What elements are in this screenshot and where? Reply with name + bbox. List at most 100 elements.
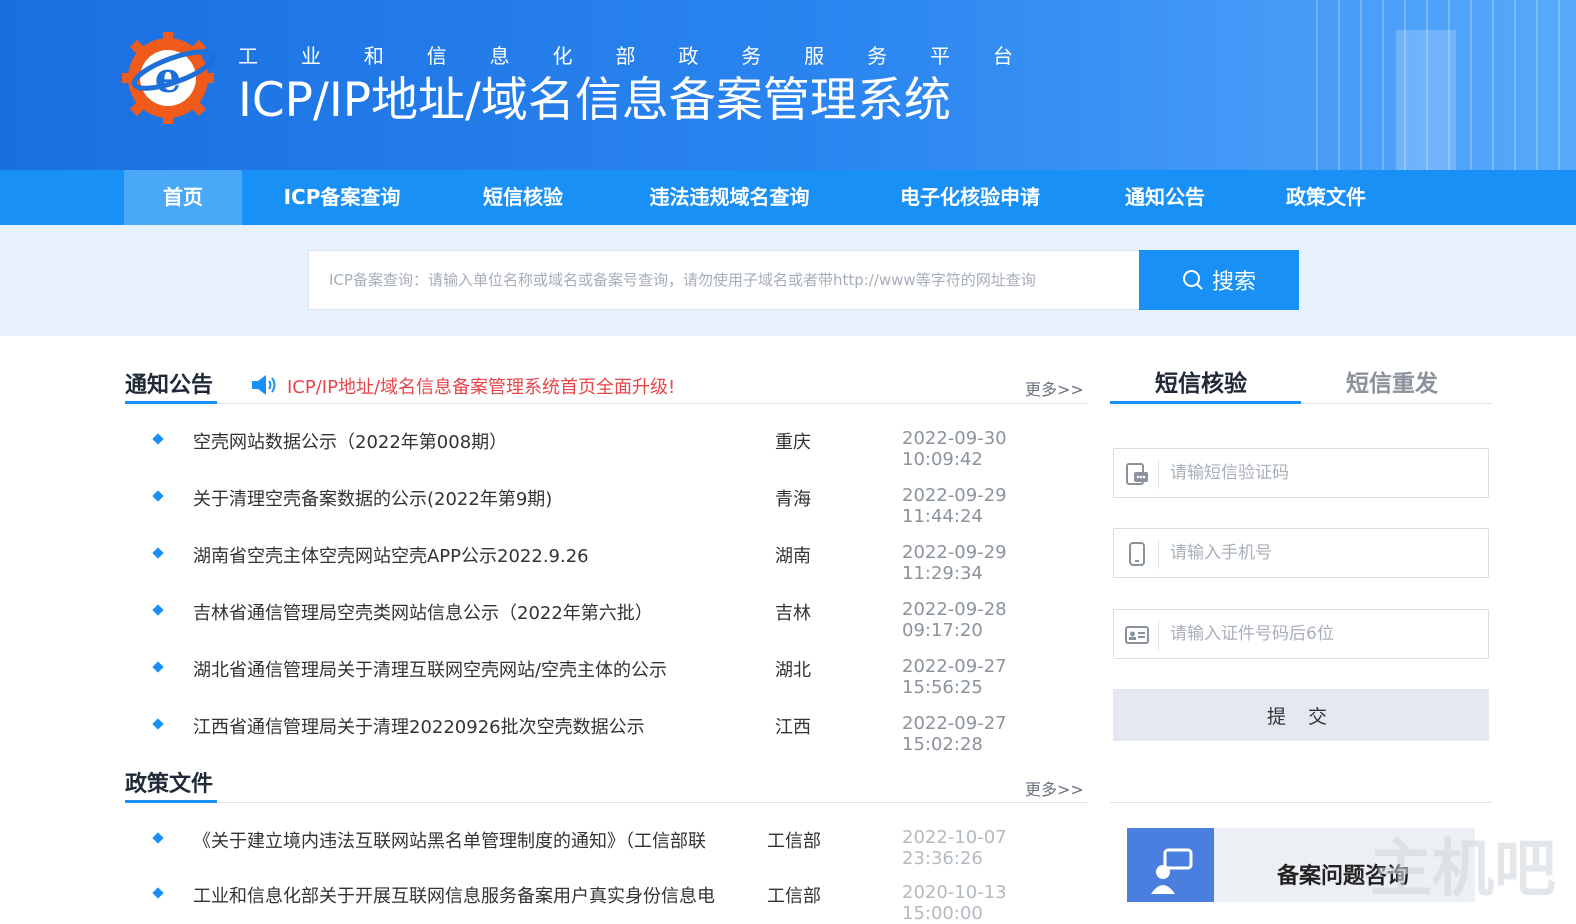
id-suffix-input[interactable] (1170, 618, 1470, 650)
subtitle-char: 台 (992, 44, 1013, 68)
notice-region: 青海 (775, 489, 811, 510)
notice-region: 重庆 (775, 432, 811, 453)
nav-item-e-verify-apply[interactable]: 电子化核验申请 (875, 170, 1065, 225)
main-nav: 首页 ICP备案查询 短信核验 违法违规域名查询 电子化核验申请 通知公告 政策… (0, 170, 1576, 225)
phone-input[interactable] (1170, 537, 1470, 569)
notice-region: 湖南 (775, 546, 811, 567)
subtitle-char: 部 (615, 44, 636, 68)
notices-title: 通知公告 (125, 373, 214, 398)
notice-title[interactable]: 吉林省通信管理局空壳类网站信息公示（2022年第六批） (193, 599, 653, 625)
icp-search-input[interactable] (308, 250, 1140, 310)
nav-item-sms-verify[interactable]: 短信核验 (462, 170, 584, 225)
tower-decoration (1396, 30, 1456, 170)
notice-row[interactable]: 空壳网站数据公示（2022年第008期） 重庆 2022-09-30 10:09… (125, 420, 1085, 470)
page-title: ICP/IP地址/域名信息备案管理系统 (238, 73, 951, 128)
notices-more-link[interactable]: 更多>> (1025, 376, 1084, 400)
bullet-icon (152, 832, 164, 844)
policy-issuer: 工信部 (767, 886, 821, 907)
phone-icon (1129, 542, 1145, 566)
field-separator (1158, 459, 1159, 489)
subtitle-char: 化 (552, 44, 573, 68)
notice-row[interactable]: 关于清理空壳备案数据的公示(2022年第9期) 青海 2022-09-29 11… (125, 477, 1085, 527)
sms-icon (1126, 463, 1148, 485)
subtitle-char: 务 (867, 44, 888, 68)
id-card-icon (1125, 626, 1149, 644)
bullet-icon (152, 718, 164, 730)
bullet-icon (152, 887, 164, 899)
subtitle-char: 服 (804, 44, 825, 68)
bullet-icon (152, 661, 164, 673)
subtitle-char: 平 (929, 44, 950, 68)
policies-title: 政策文件 (125, 772, 214, 797)
policy-row[interactable]: 《关于建立境内违法互联网站黑名单管理制度的通知》（工信部联 工信部 2022-1… (125, 819, 1085, 869)
subtitle-char: 和 (363, 44, 384, 68)
notice-date: 2022-09-27 15:56:25 (902, 656, 1007, 698)
speaker-icon (252, 375, 276, 395)
policy-issuer: 工信部 (767, 831, 821, 852)
notice-date: 2022-09-28 09:17:20 (902, 599, 1007, 641)
bullet-icon (152, 490, 164, 502)
notice-row[interactable]: 江西省通信管理局关于清理20220926批次空壳数据公示 江西 2022-09-… (125, 705, 1085, 755)
sms-code-field (1113, 448, 1489, 498)
policy-title[interactable]: 《关于建立境内违法互联网站黑名单管理制度的通知》（工信部联 (193, 827, 706, 853)
notice-date: 2022-09-29 11:29:34 (902, 542, 1007, 584)
notice-title[interactable]: 空壳网站数据公示（2022年第008期） (193, 428, 507, 454)
notice-title[interactable]: 江西省通信管理局关于清理20220926批次空壳数据公示 (193, 713, 645, 739)
policy-date: 2022-10-07 23:36:26 (902, 827, 1007, 869)
tab-sms-resend[interactable]: 短信重发 (1346, 364, 1438, 398)
miit-logo-icon[interactable]: e (122, 30, 218, 124)
notice-date: 2022-09-30 10:09:42 (902, 428, 1007, 470)
sms-code-input[interactable] (1170, 457, 1470, 489)
tab-sms-verify[interactable]: 短信核验 (1155, 364, 1247, 398)
phone-field (1113, 528, 1489, 578)
subtitle-char: 息 (489, 44, 510, 68)
subtitle-char: 工 (238, 44, 258, 68)
field-separator (1158, 539, 1159, 569)
sms-tab-underline (1110, 401, 1301, 404)
consult-icon-box (1127, 828, 1214, 902)
notice-date: 2022-09-29 11:44:24 (902, 485, 1007, 527)
notice-title[interactable]: 关于清理空壳备案数据的公示(2022年第9期) (193, 485, 552, 511)
policies-divider (125, 802, 1087, 803)
bullet-icon (152, 547, 164, 559)
policies-underline (125, 800, 217, 803)
policy-date: 2020-10-13 15:00:00 (902, 882, 1007, 924)
subtitle-char: 务 (741, 44, 762, 68)
ministry-subtitle: 工业和信息化部政务服务平台 (238, 40, 1013, 68)
notice-region: 湖北 (775, 660, 811, 681)
submit-button[interactable]: 提 交 (1113, 689, 1489, 741)
panel-divider (1110, 802, 1492, 803)
notices-divider (125, 403, 1087, 404)
id-suffix-field (1113, 609, 1489, 659)
announcement-marquee[interactable]: ICP/IP地址/域名信息备案管理系统首页全面升级! (287, 373, 675, 399)
nav-item-icp-query[interactable]: ICP备案查询 (262, 170, 422, 225)
policy-title[interactable]: 工业和信息化部关于开展互联网信息服务备案用户真实身份信息电 (193, 882, 715, 908)
notice-row[interactable]: 湖南省空壳主体空壳网站空壳APP公示2022.9.26 湖南 2022-09-2… (125, 534, 1085, 584)
field-separator (1158, 620, 1159, 650)
notice-title[interactable]: 湖南省空壳主体空壳网站空壳APP公示2022.9.26 (193, 542, 589, 568)
policies-more-link[interactable]: 更多>> (1025, 776, 1084, 800)
policy-row[interactable]: 工业和信息化部关于开展互联网信息服务备案用户真实身份信息电 工信部 2020-1… (125, 874, 1085, 924)
header-banner: e 工 业 和 信 息 化 部 政 务 服 务 平 台 ICP/IP地址/域名信息备案管理系统 (0, 0, 1576, 170)
subtitle-char: 信 (426, 44, 447, 68)
notice-row[interactable]: 吉林省通信管理局空壳类网站信息公示（2022年第六批） 吉林 2022-09-2… (125, 591, 1085, 641)
bullet-icon (152, 604, 164, 616)
subtitle-char: 业 (300, 44, 321, 68)
notice-date: 2022-09-27 15:02:28 (902, 713, 1007, 755)
notice-region: 江西 (775, 717, 811, 738)
site-watermark: 主机吧 (1370, 832, 1557, 905)
search-button[interactable]: 搜索 (1139, 250, 1299, 310)
search-button-label: 搜索 (1211, 270, 1256, 295)
consult-chat-icon (1151, 848, 1193, 894)
nav-item-notices[interactable]: 通知公告 (1104, 170, 1226, 225)
nav-item-illegal-domain-query[interactable]: 违法违规域名查询 (622, 170, 837, 225)
nav-item-policies[interactable]: 政策文件 (1265, 170, 1387, 225)
nav-item-home[interactable]: 首页 (124, 170, 242, 225)
notice-title[interactable]: 湖北省通信管理局关于清理互联网空壳网站/空壳主体的公示 (193, 656, 667, 682)
notice-region: 吉林 (775, 603, 811, 624)
notice-row[interactable]: 湖北省通信管理局关于清理互联网空壳网站/空壳主体的公示 湖北 2022-09-2… (125, 648, 1085, 698)
search-icon (1182, 270, 1203, 290)
bullet-icon (152, 433, 164, 445)
subtitle-char: 政 (678, 44, 699, 68)
search-band: 搜索 (0, 225, 1576, 336)
